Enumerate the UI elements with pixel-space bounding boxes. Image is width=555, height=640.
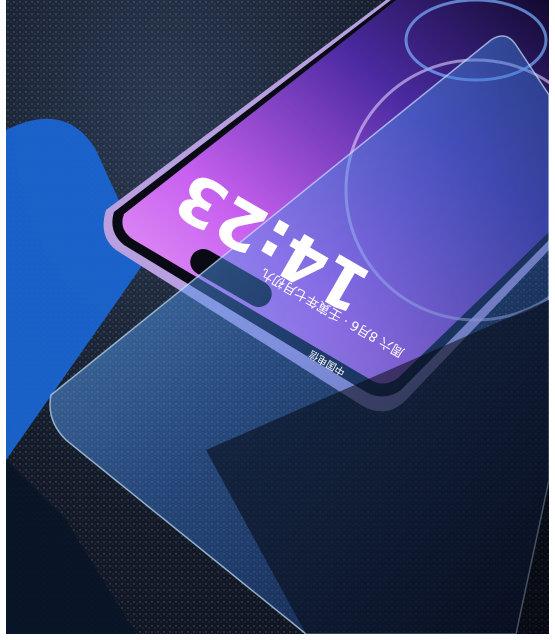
phone-illustration: 14:23 周六 8月6 · 壬寅年七月初九 中国电信 xyxy=(6,0,549,634)
photo-frame: 14:23 周六 8月6 · 壬寅年七月初九 中国电信 xyxy=(6,0,549,634)
product-photo: 14:23 周六 8月6 · 壬寅年七月初九 中国电信 xyxy=(0,0,555,640)
